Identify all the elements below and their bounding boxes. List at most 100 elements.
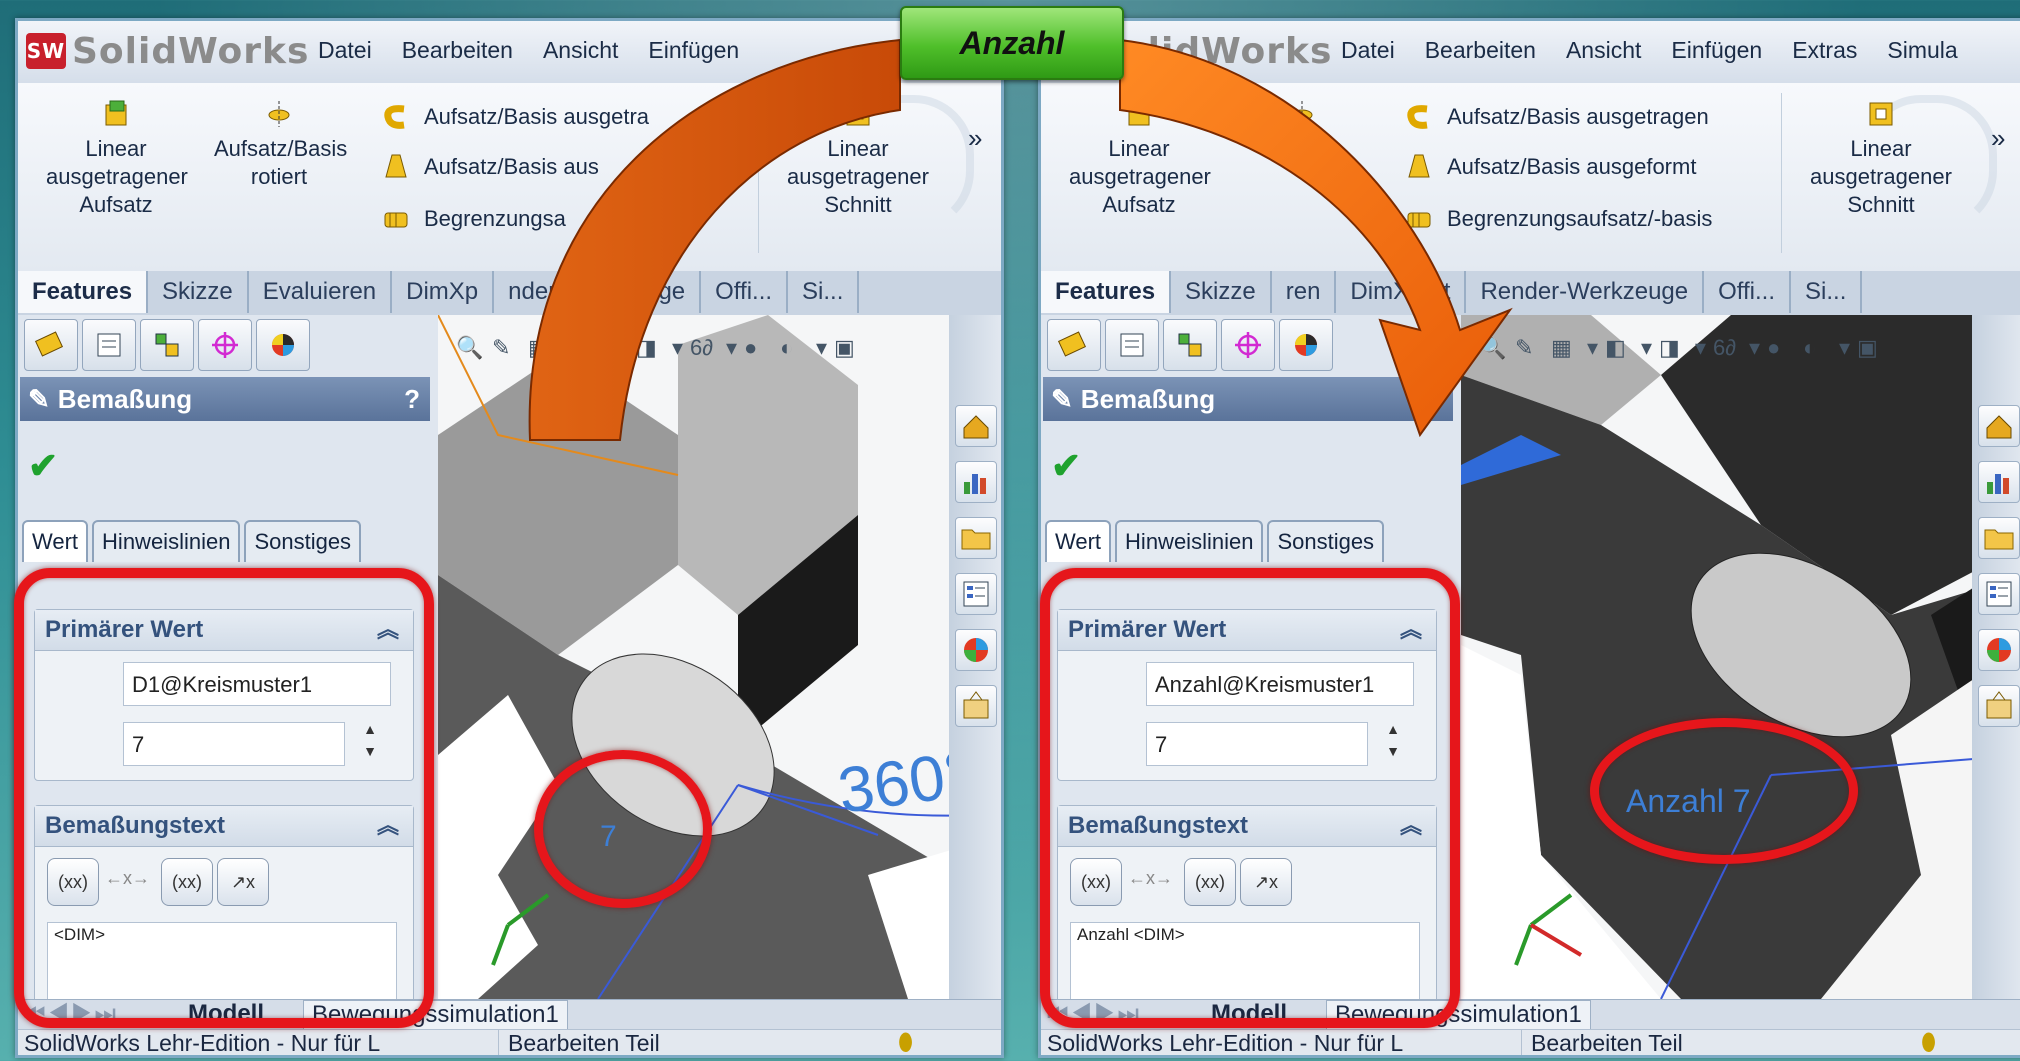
graphics-viewport[interactable]: 🔍 ✎ ▦ ▾ ◧ ▾ ◨ ▾ 6∂ ▾ ● ◐ ▾ ▣ Anzahl 7 [1461, 315, 2020, 999]
menu-item[interactable]: Bearbeiten [402, 37, 513, 63]
folder-icon[interactable] [1978, 517, 2020, 559]
menu-item[interactable]: Einfügen [1671, 37, 1762, 63]
view-toolbar-icon[interactable]: ▣ [834, 335, 855, 361]
command-tab[interactable]: nder-Werkzeuge [494, 271, 702, 313]
pm-subtab[interactable]: Sonstiges [1267, 520, 1385, 562]
command-tab[interactable]: Skizze [1171, 271, 1272, 313]
command-tab[interactable]: Si... [1791, 271, 1863, 313]
home-icon[interactable] [955, 405, 997, 447]
command-tab[interactable]: Offi... [701, 271, 789, 313]
folder-icon[interactable] [955, 517, 997, 559]
linear-boss-button[interactable]: Linear ausgetragener Aufsatz [46, 99, 188, 219]
configuration-manager-tab-icon[interactable] [1163, 319, 1217, 371]
home-icon[interactable] [1978, 405, 2020, 447]
view-toolbar-icon[interactable]: ● [1767, 335, 1780, 361]
view-toolbar-icon[interactable]: 🔍 [1479, 335, 1506, 361]
command-tab[interactable]: Evaluieren [249, 271, 393, 313]
graphics-viewport[interactable]: 🔍 ✎ ▦ ▾ ◧ ▾ ◨ ▾ 6∂ ▾ ● ◐ ▾ ▣ 360° 7 [438, 315, 1001, 999]
command-tab[interactable]: Features [1041, 271, 1172, 313]
view-toolbar-icon[interactable]: 🔍 [456, 335, 483, 361]
feature-manager-tab-icon[interactable] [1047, 319, 1101, 371]
lofted-boss-button[interactable]: Aufsatz/Basis ausgeformt [1405, 153, 1696, 181]
swept-boss-button[interactable]: Aufsatz/Basis ausgetragen [1405, 103, 1709, 131]
view-toolbar-icon[interactable]: ▾ [816, 335, 827, 361]
menu-item[interactable]: Datei [1341, 37, 1395, 63]
view-toolbar-icon[interactable]: ▦ [528, 335, 549, 361]
menu-item[interactable]: Simula [1887, 37, 1957, 63]
view-toolbar-icon[interactable]: ✎ [1515, 335, 1533, 361]
menu-item[interactable]: Ansicht [543, 37, 618, 63]
ribbon-more-button[interactable]: » [968, 123, 982, 154]
property-manager-tab-icon[interactable] [82, 319, 136, 371]
command-tab[interactable]: DimXpert [1336, 271, 1467, 313]
command-tab[interactable]: Skizze [148, 271, 249, 313]
command-tab[interactable]: ren [1272, 271, 1337, 313]
command-tab[interactable]: Render-Werkzeuge [1466, 271, 1705, 313]
boundary-boss-button[interactable]: Begrenzungsaufsatz/-basis [1405, 205, 1738, 233]
chart-icon[interactable] [955, 461, 997, 503]
boundary-boss-button[interactable]: Begrenzungsa sis [382, 205, 619, 233]
linear-boss-button[interactable]: Linear ausgetragener Aufsatz [1069, 99, 1211, 219]
gear-model-view[interactable] [438, 315, 1001, 999]
view-toolbar-icon[interactable]: ▾ [1839, 335, 1850, 361]
view-toolbar-icon[interactable]: ◧ [1605, 335, 1626, 361]
command-tab[interactable]: Si... [788, 271, 860, 313]
menu-item[interactable]: Extras [1792, 37, 1857, 63]
gear-model-view[interactable] [1461, 315, 2020, 999]
feature-manager-tab-icon[interactable] [24, 319, 78, 371]
command-tab[interactable]: Offi... [1704, 271, 1792, 313]
revolve-boss-button[interactable]: Basis [1237, 99, 1367, 163]
pm-subtab[interactable]: Hinweislinien [92, 520, 241, 562]
view-toolbar-icon[interactable]: 6∂ [690, 335, 713, 361]
properties-icon[interactable] [955, 573, 997, 615]
configuration-manager-tab-icon[interactable] [140, 319, 194, 371]
view-toolbar-icon[interactable]: ✎ [492, 335, 510, 361]
view-toolbar-icon[interactable]: ▾ [726, 335, 737, 361]
view-toolbar-icon[interactable]: ▾ [564, 335, 575, 361]
view-toolbar-icon[interactable]: 6∂ [1713, 335, 1736, 361]
properties-icon[interactable] [1978, 573, 2020, 615]
rebuild-icon[interactable]: ⬮ [898, 1030, 913, 1056]
menu-item[interactable]: Ansicht [1566, 37, 1641, 63]
linear-cut-button[interactable]: Linear ausgetragener Schnitt [773, 99, 943, 219]
appearance-icon[interactable] [1978, 629, 2020, 671]
dimxpert-manager-tab-icon[interactable] [198, 319, 252, 371]
swept-boss-button[interactable]: Aufsatz/Basis ausgetra [382, 103, 649, 131]
menu-item[interactable]: Bearbeiten [1425, 37, 1536, 63]
appearance-icon[interactable] [955, 629, 997, 671]
ribbon-more-button[interactable]: » [1991, 123, 2005, 154]
view-toolbar-icon[interactable]: ▾ [672, 335, 683, 361]
view-toolbar-icon[interactable]: ▾ [618, 335, 629, 361]
help-button[interactable]: ? [404, 377, 420, 421]
command-tab[interactable]: DimXp [392, 271, 495, 313]
display-manager-tab-icon[interactable] [1279, 319, 1333, 371]
pm-subtab[interactable]: Wert [22, 520, 89, 562]
pm-subtab[interactable]: Hinweislinien [1115, 520, 1264, 562]
view-toolbar-icon[interactable]: ● [744, 335, 757, 361]
lofted-boss-button[interactable]: Aufsatz/Basis aus [382, 153, 599, 181]
property-manager-tab-icon[interactable] [1105, 319, 1159, 371]
view-toolbar-icon[interactable]: ◐ [1803, 335, 1816, 361]
linear-cut-button[interactable]: Linear ausgetragener Schnitt [1796, 99, 1966, 219]
pm-subtab[interactable]: Sonstiges [244, 520, 362, 562]
confirm-check-icon[interactable]: ✔ [1051, 445, 1081, 487]
display-manager-tab-icon[interactable] [256, 319, 310, 371]
command-tab[interactable]: Features [18, 271, 149, 313]
revolve-boss-button[interactable]: Aufsatz/Basis rotiert [214, 99, 347, 191]
custom-icon[interactable] [1978, 685, 2020, 727]
view-toolbar-icon[interactable]: ▾ [1749, 335, 1760, 361]
view-toolbar-icon[interactable]: ▾ [1641, 335, 1652, 361]
view-toolbar-icon[interactable]: ▾ [1695, 335, 1706, 361]
view-toolbar-icon[interactable]: ▣ [1857, 335, 1878, 361]
view-toolbar-icon[interactable]: ◧ [582, 335, 603, 361]
rebuild-icon[interactable]: ⬮ [1921, 1030, 1936, 1056]
view-toolbar-icon[interactable]: ◐ [780, 335, 793, 361]
chart-icon[interactable] [1978, 461, 2020, 503]
view-toolbar-icon[interactable]: ▦ [1551, 335, 1572, 361]
view-toolbar-icon[interactable]: ▾ [1587, 335, 1598, 361]
dimxpert-manager-tab-icon[interactable] [1221, 319, 1275, 371]
menu-item[interactable]: Datei [318, 37, 372, 63]
confirm-check-icon[interactable]: ✔ [28, 445, 58, 487]
menu-item[interactable]: Einfügen [648, 37, 739, 63]
pm-subtab[interactable]: Wert [1045, 520, 1112, 562]
